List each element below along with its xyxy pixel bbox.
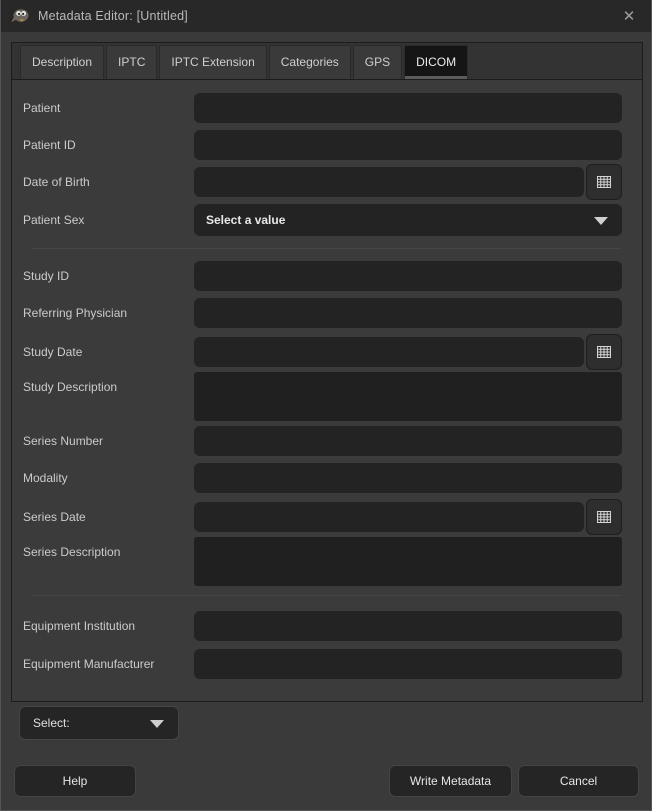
equipment-institution-input[interactable] [194,611,622,641]
chevron-down-icon [150,720,164,728]
tab-iptc[interactable]: IPTC [106,45,157,79]
series-date-input[interactable] [194,502,584,532]
form-row-patient: Patient [12,93,642,123]
field-label-referring-physician: Referring Physician [23,306,127,320]
field-label-series-number: Series Number [23,434,103,448]
field-label-equipment-institution: Equipment Institution [23,619,135,633]
window-title: Metadata Editor: [Untitled] [38,9,188,23]
metadata-editor-dialog: Metadata Editor: [Untitled] ✕ Descriptio… [0,0,652,811]
tab-categories[interactable]: Categories [269,45,351,79]
tab-gps[interactable]: GPS [353,45,402,79]
write-metadata-button[interactable]: Write Metadata [389,765,512,797]
metadata-notebook: DescriptionIPTCIPTC ExtensionCategoriesG… [11,42,643,702]
form-row-series-number: Series Number [12,426,642,456]
field-label-series-date: Series Date [23,510,86,524]
study-description-textarea[interactable] [194,372,622,421]
series-number-input[interactable] [194,426,622,456]
calendar-grid-icon [596,510,612,524]
field-label-study-description: Study Description [23,380,117,394]
help-button[interactable]: Help [14,765,136,797]
field-label-modality: Modality [23,471,68,485]
equipment-manufacturer-input[interactable] [194,649,622,679]
tab-description[interactable]: Description [20,45,104,79]
study-date-calendar-button[interactable] [586,334,622,370]
patient-sex-dropdown-value: Select a value [206,213,285,227]
patient-sex-dropdown[interactable]: Select a value [194,204,622,236]
field-label-patient-id: Patient ID [23,138,76,152]
field-label-study-date: Study Date [23,345,82,359]
chevron-down-icon [594,217,608,225]
field-label-patient-sex: Patient Sex [23,213,84,227]
form-row-modality: Modality [12,463,642,493]
group-separator [32,595,621,596]
study-id-input[interactable] [194,261,622,291]
field-label-series-description: Series Description [23,545,120,559]
field-label-patient: Patient [23,101,60,115]
field-label-study-id: Study ID [23,269,69,283]
form-row-series-date: Series Date [12,499,642,535]
title-bar: Metadata Editor: [Untitled] ✕ [1,0,651,32]
form-row-equipment-manufacturer: Equipment Manufacturer [12,648,642,679]
form-row-date-of-birth: Date of Birth [12,164,642,200]
date-of-birth-input[interactable] [194,167,584,197]
cancel-button[interactable]: Cancel [518,765,639,797]
form-row-equipment-institution: Equipment Institution [12,610,642,641]
form-row-study-date: Study Date [12,334,642,370]
form-row-study-id: Study ID [12,261,642,291]
series-date-calendar-button[interactable] [586,499,622,535]
study-date-input[interactable] [194,337,584,367]
date-of-birth-calendar-button[interactable] [586,164,622,200]
tab-bar: DescriptionIPTCIPTC ExtensionCategoriesG… [12,43,642,80]
form-row-series-description: Series Description [12,537,642,586]
preset-select-dropdown[interactable]: Select: [19,706,179,740]
series-description-textarea[interactable] [194,537,622,586]
form-row-referring-physician: Referring Physician [12,298,642,328]
close-icon[interactable]: ✕ [607,0,651,32]
form-row-patient-id: Patient ID [12,130,642,160]
calendar-grid-icon [596,175,612,189]
referring-physician-input[interactable] [194,298,622,328]
tab-dicom[interactable]: DICOM [404,45,468,79]
patient-id-input[interactable] [194,130,622,160]
group-separator [32,248,621,249]
gimp-wilber-icon [10,8,30,24]
form-area: Patient Patient ID Date of Birth Patient Se… [12,81,642,701]
patient-input[interactable] [194,93,622,123]
field-label-equipment-manufacturer: Equipment Manufacturer [23,657,154,671]
preset-select-label: Select: [33,716,70,730]
form-row-patient-sex: Patient Sex Select a value [12,203,642,237]
tab-iptc-extension[interactable]: IPTC Extension [159,45,266,79]
form-row-study-description: Study Description [12,372,642,421]
field-label-date-of-birth: Date of Birth [23,175,90,189]
modality-input[interactable] [194,463,622,493]
calendar-grid-icon [596,345,612,359]
